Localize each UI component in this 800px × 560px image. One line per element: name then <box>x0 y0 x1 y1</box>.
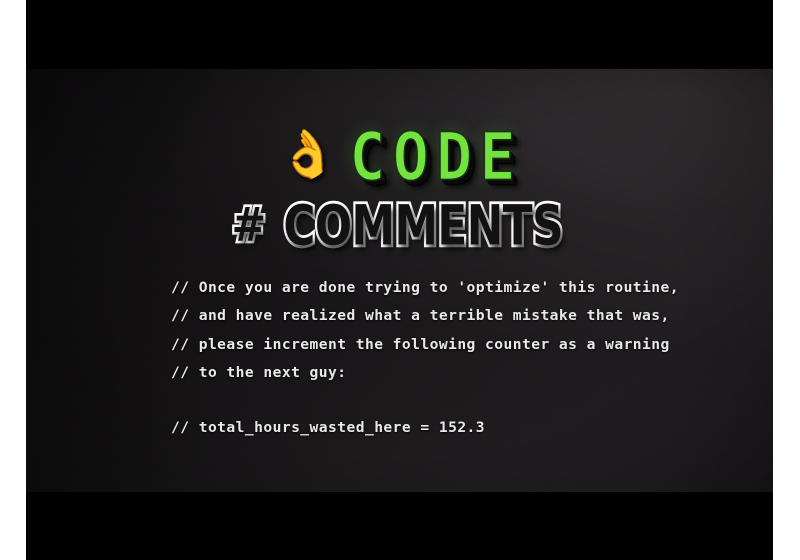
ok-hand-emoji: 👌 <box>275 123 340 185</box>
code-comment-line: // to the next guy: <box>171 364 347 382</box>
video-player-frame[interactable]: 👌 CODE # COMMENTS // Once you are done t… <box>26 0 773 560</box>
title-block: 👌 CODE # COMMENTS <box>26 117 773 258</box>
code-comment-line: // please increment the following counte… <box>171 335 670 353</box>
title-line-one: 👌 CODE <box>26 117 773 195</box>
title-line-two: # COMMENTS <box>26 192 773 258</box>
code-comment-line: // and have realized what a terrible mis… <box>171 307 670 325</box>
code-comment-blank-line <box>171 388 731 414</box>
letterbox-bar-bottom <box>26 492 773 560</box>
screenshot-root: 👌 CODE # COMMENTS // Once you are done t… <box>0 0 800 560</box>
hash-symbol: # <box>229 196 268 253</box>
title-word-comments: COMMENTS <box>281 192 566 258</box>
code-comment-block: // Once you are done trying to 'optimize… <box>171 274 731 442</box>
title-word-code: CODE <box>348 117 523 195</box>
letterbox-bar-top <box>26 0 773 69</box>
code-comment-counter-line: // total_hours_wasted_here = 152.3 <box>171 418 486 436</box>
video-content-area[interactable]: 👌 CODE # COMMENTS // Once you are done t… <box>26 69 773 492</box>
code-comment-line: // Once you are done trying to 'optimize… <box>171 279 679 296</box>
